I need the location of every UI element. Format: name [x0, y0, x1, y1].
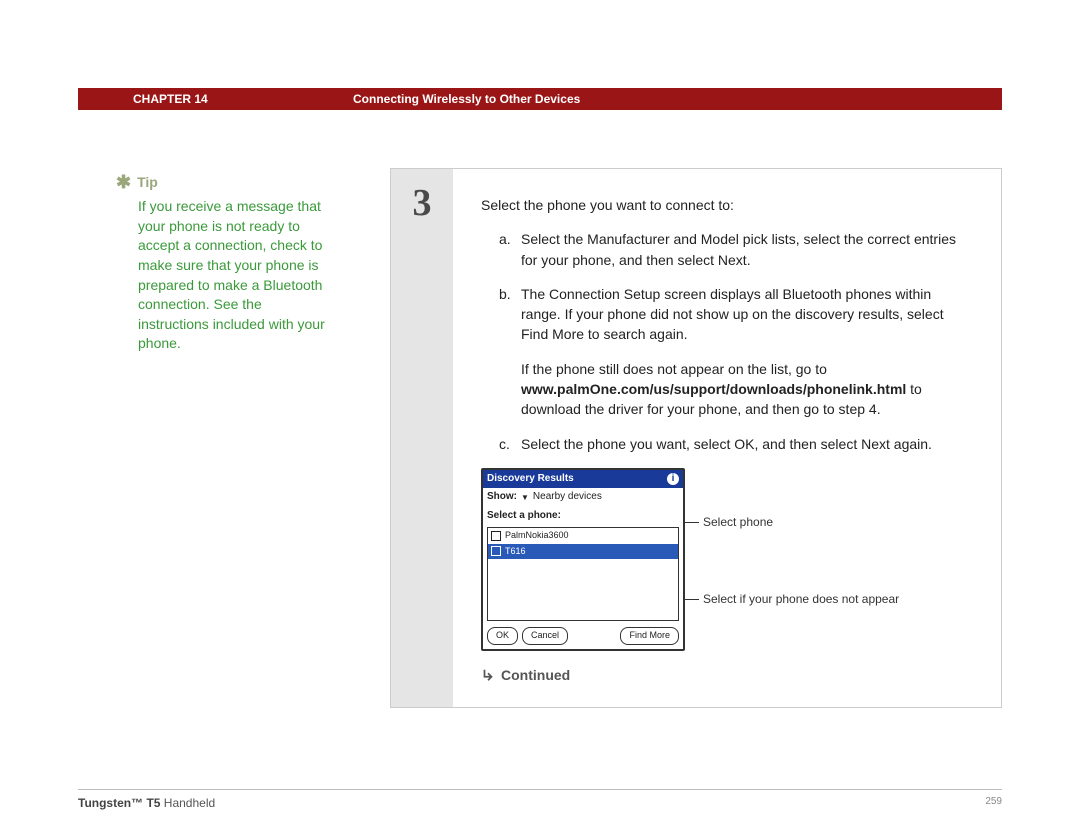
substep-b-letter: b. — [499, 284, 521, 420]
phone-icon — [491, 546, 501, 556]
tip-label-text: Tip — [137, 173, 158, 193]
substep-b-body: The Connection Setup screen displays all… — [521, 284, 973, 420]
dialog-titlebar: Discovery Results i — [483, 470, 683, 489]
substep-a: a. Select the Manufacturer and Model pic… — [499, 229, 973, 270]
substep-b-text2a: If the phone still does not appear on th… — [521, 361, 827, 377]
phone-list[interactable]: PalmNokia3600 T616 — [487, 527, 679, 621]
continued-arrow-icon — [481, 668, 495, 682]
step-box: 3 Select the phone you want to connect t… — [390, 168, 1002, 708]
info-icon[interactable]: i — [667, 473, 679, 485]
page-number: 259 — [985, 796, 1002, 810]
step-number: 3 — [391, 181, 453, 225]
chapter-label: CHAPTER 14 — [133, 92, 208, 106]
find-more-button[interactable]: Find More — [620, 627, 679, 644]
substep-b: b. The Connection Setup screen displays … — [499, 284, 973, 420]
step-intro: Select the phone you want to connect to: — [481, 195, 973, 215]
substep-list: a. Select the Manufacturer and Model pic… — [481, 229, 973, 454]
dialog-title-text: Discovery Results — [487, 472, 574, 487]
callout-find-more: Select if your phone does not appear — [703, 591, 899, 608]
ok-button[interactable]: OK — [487, 627, 518, 644]
tip-sidebar: ✱ Tip If you receive a message that your… — [118, 170, 328, 354]
callout-labels: Select phone Select if your phone does n… — [703, 468, 899, 609]
phone-icon — [491, 531, 501, 541]
chapter-header: CHAPTER 14 Connecting Wirelessly to Othe… — [78, 88, 1002, 110]
step-content: Select the phone you want to connect to:… — [453, 169, 1001, 707]
show-label: Show: — [487, 490, 517, 505]
product-name: Tungsten™ T5 Handheld — [78, 796, 215, 810]
phonelink-url[interactable]: www.palmOne.com/us/support/downloads/pho… — [521, 381, 906, 397]
dialog-button-row: OK Cancel Find More — [483, 623, 683, 648]
substep-c-letter: c. — [499, 434, 521, 454]
phone-item-palmnokia[interactable]: PalmNokia3600 — [488, 528, 678, 543]
step-number-column: 3 — [391, 169, 453, 707]
substep-a-letter: a. — [499, 229, 521, 270]
dialog-illustration: Discovery Results i Show: ▼ Nearby devic… — [481, 468, 973, 651]
select-phone-label: Select a phone: — [487, 509, 561, 524]
substep-a-text: Select the Manufacturer and Model pick l… — [521, 229, 973, 270]
product-bold: Tungsten™ T5 — [78, 796, 160, 810]
cancel-button[interactable]: Cancel — [522, 627, 568, 644]
substep-c-text: Select the phone you want, select OK, an… — [521, 434, 973, 454]
continued-text: Continued — [501, 665, 570, 685]
continued-indicator: Continued — [481, 665, 973, 685]
phone-name-2: T616 — [505, 545, 526, 558]
product-rest: Handheld — [160, 796, 215, 810]
show-row: Show: ▼ Nearby devices — [483, 488, 683, 507]
substep-c: c. Select the phone you want, select OK,… — [499, 434, 973, 454]
substep-b-para2: If the phone still does not appear on th… — [521, 359, 973, 420]
chapter-title: Connecting Wirelessly to Other Devices — [353, 92, 580, 106]
show-value[interactable]: Nearby devices — [533, 490, 602, 505]
phone-name-1: PalmNokia3600 — [505, 529, 569, 542]
discovery-results-dialog: Discovery Results i Show: ▼ Nearby devic… — [481, 468, 685, 651]
page-footer: Tungsten™ T5 Handheld 259 — [78, 789, 1002, 810]
asterisk-icon: ✱ — [116, 170, 131, 195]
dropdown-icon[interactable]: ▼ — [521, 492, 529, 504]
callout-select-phone: Select phone — [703, 514, 899, 531]
substep-b-text1: The Connection Setup screen displays all… — [521, 284, 973, 345]
select-phone-row: Select a phone: — [483, 507, 683, 526]
phone-item-t616[interactable]: T616 — [488, 544, 678, 559]
tip-body-text: If you receive a message that your phone… — [138, 197, 328, 354]
tip-heading: ✱ Tip — [118, 170, 328, 195]
